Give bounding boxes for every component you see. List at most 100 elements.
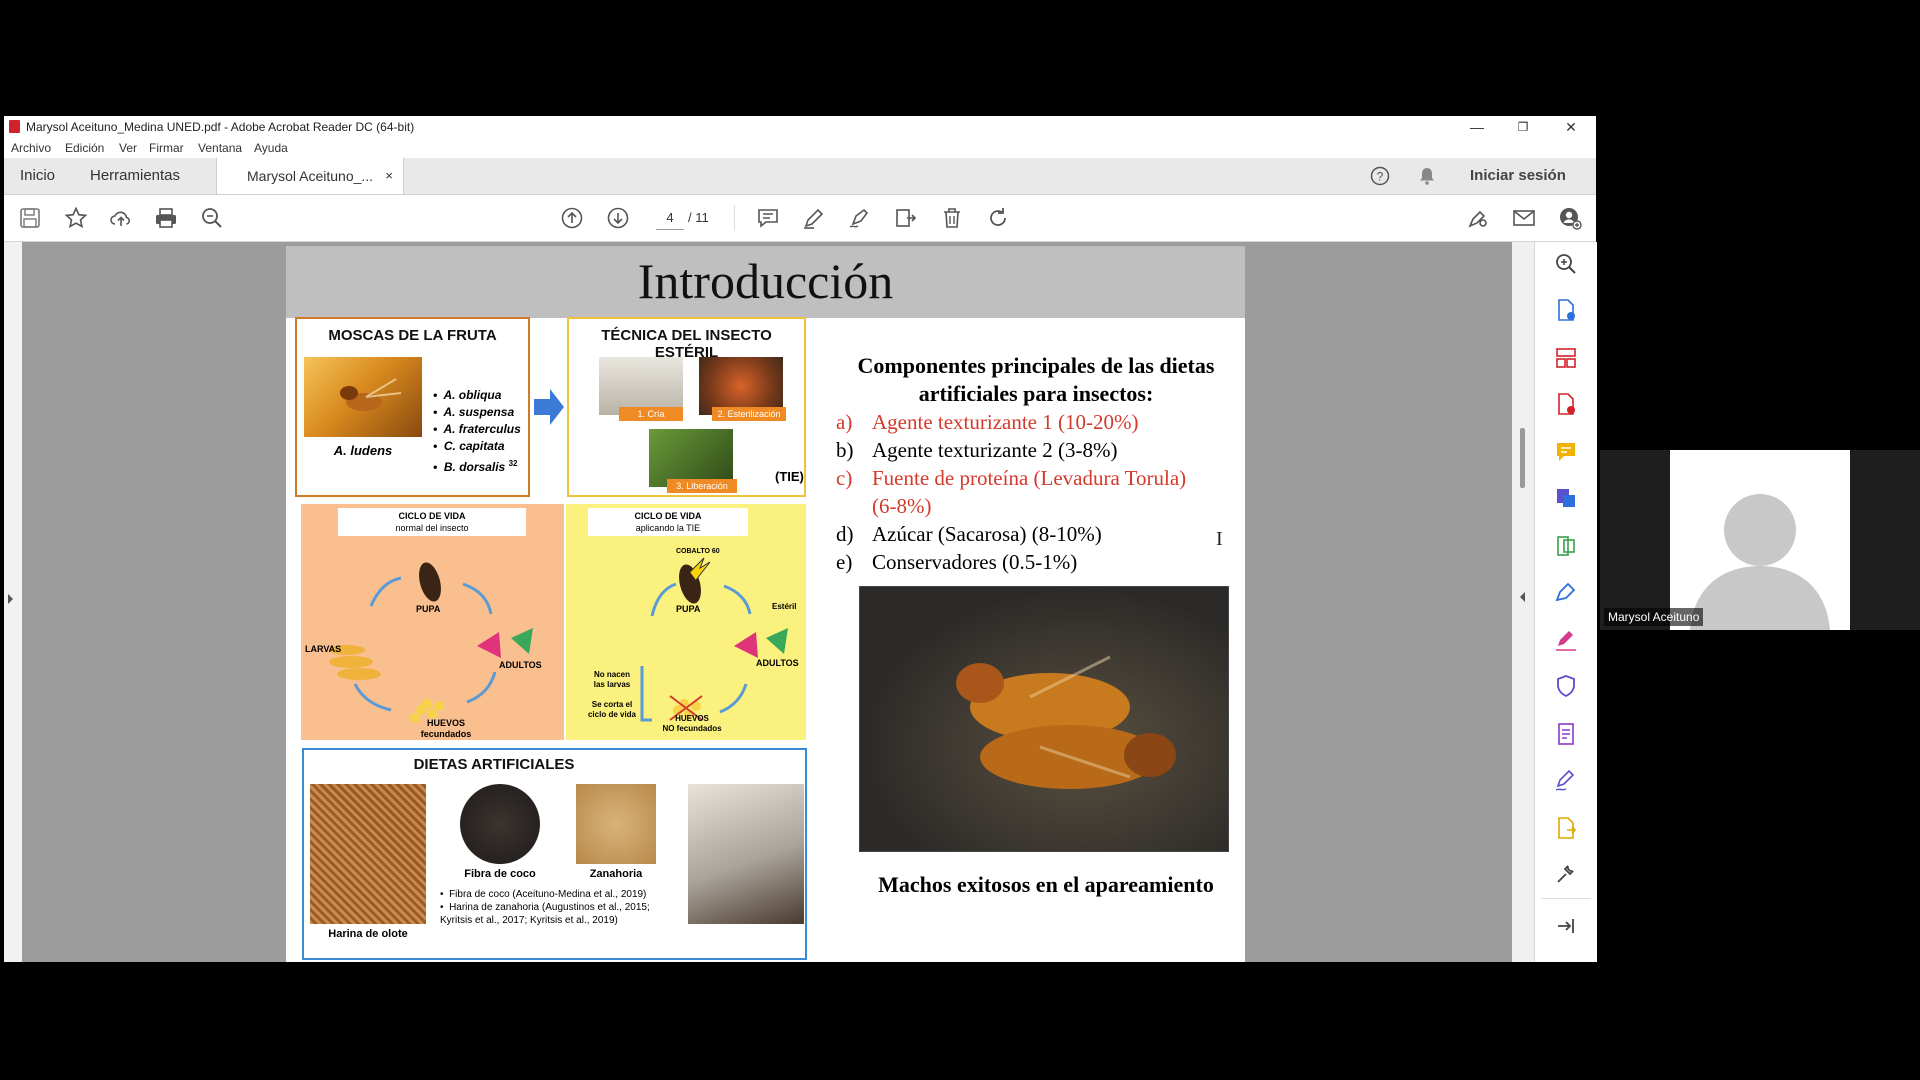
step-release-label: 3. Liberación bbox=[667, 479, 737, 493]
tab-close-icon[interactable]: × bbox=[385, 158, 393, 194]
tab-inicio[interactable]: Inicio bbox=[20, 158, 55, 194]
no-larvae-line1: No nacen bbox=[593, 670, 630, 679]
fruit-flies-box: MOSCAS DE LA FRUTA A. ludens • A. obliqu… bbox=[295, 317, 530, 497]
request-signature-icon[interactable] bbox=[1554, 628, 1578, 652]
corncob-flour-label: Harina de olote bbox=[328, 928, 408, 940]
participant-name: Marysol Aceituno bbox=[1604, 608, 1704, 626]
carrot-label: Zanahoria bbox=[589, 868, 643, 880]
diet-preparation-photo bbox=[688, 784, 804, 924]
fly-photo bbox=[304, 357, 422, 437]
export-pdf-icon[interactable] bbox=[1554, 392, 1578, 416]
close-window-button[interactable]: ✕ bbox=[1548, 116, 1594, 138]
trash-icon[interactable] bbox=[940, 206, 964, 230]
bell-icon[interactable] bbox=[1417, 166, 1437, 186]
species-list: • A. obliqua • A. suspensa • A. fratercu… bbox=[433, 387, 521, 476]
avatar-icon bbox=[1690, 494, 1830, 630]
send-file-icon[interactable] bbox=[1554, 816, 1578, 840]
sign-tool-icon[interactable] bbox=[1554, 768, 1578, 792]
next-page-icon[interactable] bbox=[606, 206, 630, 230]
species-item: • A. obliqua bbox=[433, 388, 502, 402]
vertical-scrollbar[interactable] bbox=[1512, 242, 1534, 962]
step-rearing-label: 1. Cría bbox=[619, 407, 683, 421]
protect-shield-icon[interactable] bbox=[1554, 674, 1578, 698]
component-item-c-continued: (6-8%) bbox=[872, 494, 932, 518]
rotate-icon[interactable] bbox=[986, 206, 1010, 230]
account-add-icon[interactable] bbox=[1558, 206, 1582, 230]
menu-ayuda[interactable]: Ayuda bbox=[254, 141, 288, 155]
component-item-c: c) Fuente de proteína (Levadura Torula) bbox=[836, 466, 1187, 490]
coconut-fiber-photo bbox=[460, 784, 540, 864]
edit-pdf-icon[interactable] bbox=[1554, 486, 1578, 510]
save-icon[interactable] bbox=[18, 206, 42, 230]
pane-divider bbox=[1541, 898, 1591, 899]
restore-button[interactable]: ❐ bbox=[1500, 116, 1546, 138]
scan-document-icon[interactable] bbox=[1554, 722, 1578, 746]
create-pdf-icon[interactable] bbox=[1554, 298, 1578, 322]
organize-pages-icon[interactable] bbox=[1554, 346, 1578, 370]
zoom-tool-icon[interactable] bbox=[1554, 252, 1578, 276]
comment-tool-icon[interactable] bbox=[1554, 440, 1578, 464]
minimize-button[interactable]: — bbox=[1454, 116, 1500, 138]
tab-document[interactable]: Marysol Aceituno_... × bbox=[216, 158, 404, 194]
mating-photo-caption: Machos exitosos en el apareamiento bbox=[878, 872, 1214, 897]
components-list: a) Agente texturizante 1 (10-20%) b) Agent… bbox=[836, 408, 1236, 576]
cycle-cut-note: Se corta el ciclo de vida bbox=[582, 700, 642, 720]
page-number-input[interactable]: 4 bbox=[656, 207, 684, 230]
help-icon[interactable]: ? bbox=[1370, 166, 1390, 186]
corncob-flour-photo bbox=[310, 784, 426, 924]
highlight-pen-icon[interactable] bbox=[802, 206, 826, 230]
more-tools-icon[interactable] bbox=[1554, 862, 1578, 886]
zoom-search-icon[interactable] bbox=[200, 206, 224, 230]
fill-sign-icon[interactable] bbox=[1554, 580, 1578, 604]
cycle-cut-line1: Se corta el bbox=[591, 700, 633, 709]
toolbar-divider bbox=[734, 205, 735, 231]
signin-button[interactable]: Iniciar sesión bbox=[1470, 158, 1566, 194]
print-icon[interactable] bbox=[154, 206, 178, 230]
reference-item: • Fibra de coco (Aceituno-Medina et al.,… bbox=[440, 889, 647, 900]
upload-cloud-icon[interactable] bbox=[109, 206, 133, 230]
share-link-icon[interactable] bbox=[1466, 206, 1490, 230]
lifecycle-diagram bbox=[329, 562, 533, 723]
carrot-photo bbox=[576, 784, 656, 864]
component-item-e: e) Conservadores (0.5-1%) bbox=[836, 550, 1078, 574]
participant-placeholder bbox=[1670, 450, 1850, 630]
lifecycle-title: CICLO DE VIDA bbox=[398, 511, 466, 521]
collapse-pane-icon[interactable] bbox=[1554, 914, 1578, 938]
menu-ver[interactable]: Ver bbox=[119, 141, 137, 155]
previous-page-icon[interactable] bbox=[560, 206, 584, 230]
artificial-diets-box: DIETAS ARTIFICIALES Harina de olote Fibr… bbox=[302, 748, 807, 960]
text-cursor-icon: I bbox=[1216, 528, 1223, 550]
tab-bar: Inicio Herramientas Marysol Aceituno_...… bbox=[4, 158, 1596, 195]
menu-firmar[interactable]: Firmar bbox=[149, 141, 184, 155]
combine-files-icon[interactable] bbox=[1554, 534, 1578, 558]
title-bar: Marysol Aceituno_Medina UNED.pdf - Adobe… bbox=[4, 116, 1596, 138]
eggs-title: HUEVOS bbox=[426, 718, 465, 728]
sign-pen-icon[interactable] bbox=[848, 206, 872, 230]
comment-icon[interactable] bbox=[756, 206, 780, 230]
adults-label: ADULTOS bbox=[499, 660, 542, 670]
email-icon[interactable] bbox=[1512, 206, 1536, 230]
tab-herramientas[interactable]: Herramientas bbox=[90, 158, 180, 194]
cobalt-label: COBALTO 60 bbox=[676, 548, 720, 555]
toolbar: 4 / 11 bbox=[4, 195, 1596, 242]
species-item: • A. suspensa bbox=[433, 405, 515, 419]
webcam-tile: Marysol Aceituno bbox=[1600, 450, 1920, 630]
normal-lifecycle-panel: CICLO DE VIDA normal del insecto PUPA LA… bbox=[301, 504, 564, 740]
right-panel-toggle-icon[interactable] bbox=[1520, 592, 1525, 602]
right-arrow-icon bbox=[534, 389, 564, 425]
no-larvae-note: No nacen las larvas bbox=[582, 670, 642, 690]
menu-ventana[interactable]: Ventana bbox=[198, 141, 242, 155]
species-item: • A. fraterculus bbox=[433, 422, 521, 436]
scrollbar-thumb[interactable] bbox=[1520, 428, 1525, 488]
species-item: • B. dorsalis 32 bbox=[433, 459, 518, 474]
diet-references: • Fibra de coco (Aceituno-Medina et al.,… bbox=[440, 888, 676, 927]
menu-edicion[interactable]: Edición bbox=[65, 141, 104, 155]
no-larvae-line2: las larvas bbox=[593, 680, 631, 689]
convert-icon[interactable] bbox=[894, 206, 918, 230]
cycle-cut-line2: ciclo de vida bbox=[587, 710, 637, 719]
star-icon[interactable] bbox=[64, 206, 88, 230]
slide-title: Introducción bbox=[637, 253, 894, 309]
menu-archivo[interactable]: Archivo bbox=[11, 141, 51, 155]
svg-text:?: ? bbox=[1377, 170, 1384, 184]
left-panel-toggle-icon[interactable] bbox=[8, 594, 13, 604]
